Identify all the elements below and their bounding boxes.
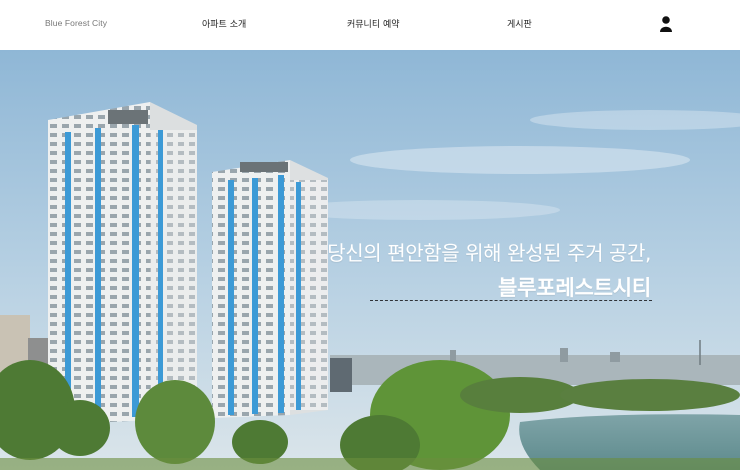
- nav-apartment-intro[interactable]: 아파트 소개: [202, 17, 246, 30]
- nav-board[interactable]: 게시판: [507, 17, 532, 30]
- hero-headline: 당신의 편안함을 위해 완성된 주거 공간, 블루포레스트시티: [327, 237, 651, 302]
- hero-banner: 당신의 편안함을 위해 완성된 주거 공간, 블루포레스트시티: [0, 50, 740, 470]
- nav-community-reservation[interactable]: 커뮤니티 예약: [347, 17, 400, 30]
- headline-divider: [370, 300, 652, 301]
- header: Blue Forest City 아파트 소개 커뮤니티 예약 게시판: [0, 0, 740, 50]
- hero-headline-line1: 당신의 편안함을 위해 완성된 주거 공간,: [327, 241, 651, 265]
- hero-headline-line2: 블루포레스트시티: [498, 276, 651, 300]
- user-icon[interactable]: [658, 15, 674, 33]
- site-logo[interactable]: Blue Forest City: [45, 18, 107, 28]
